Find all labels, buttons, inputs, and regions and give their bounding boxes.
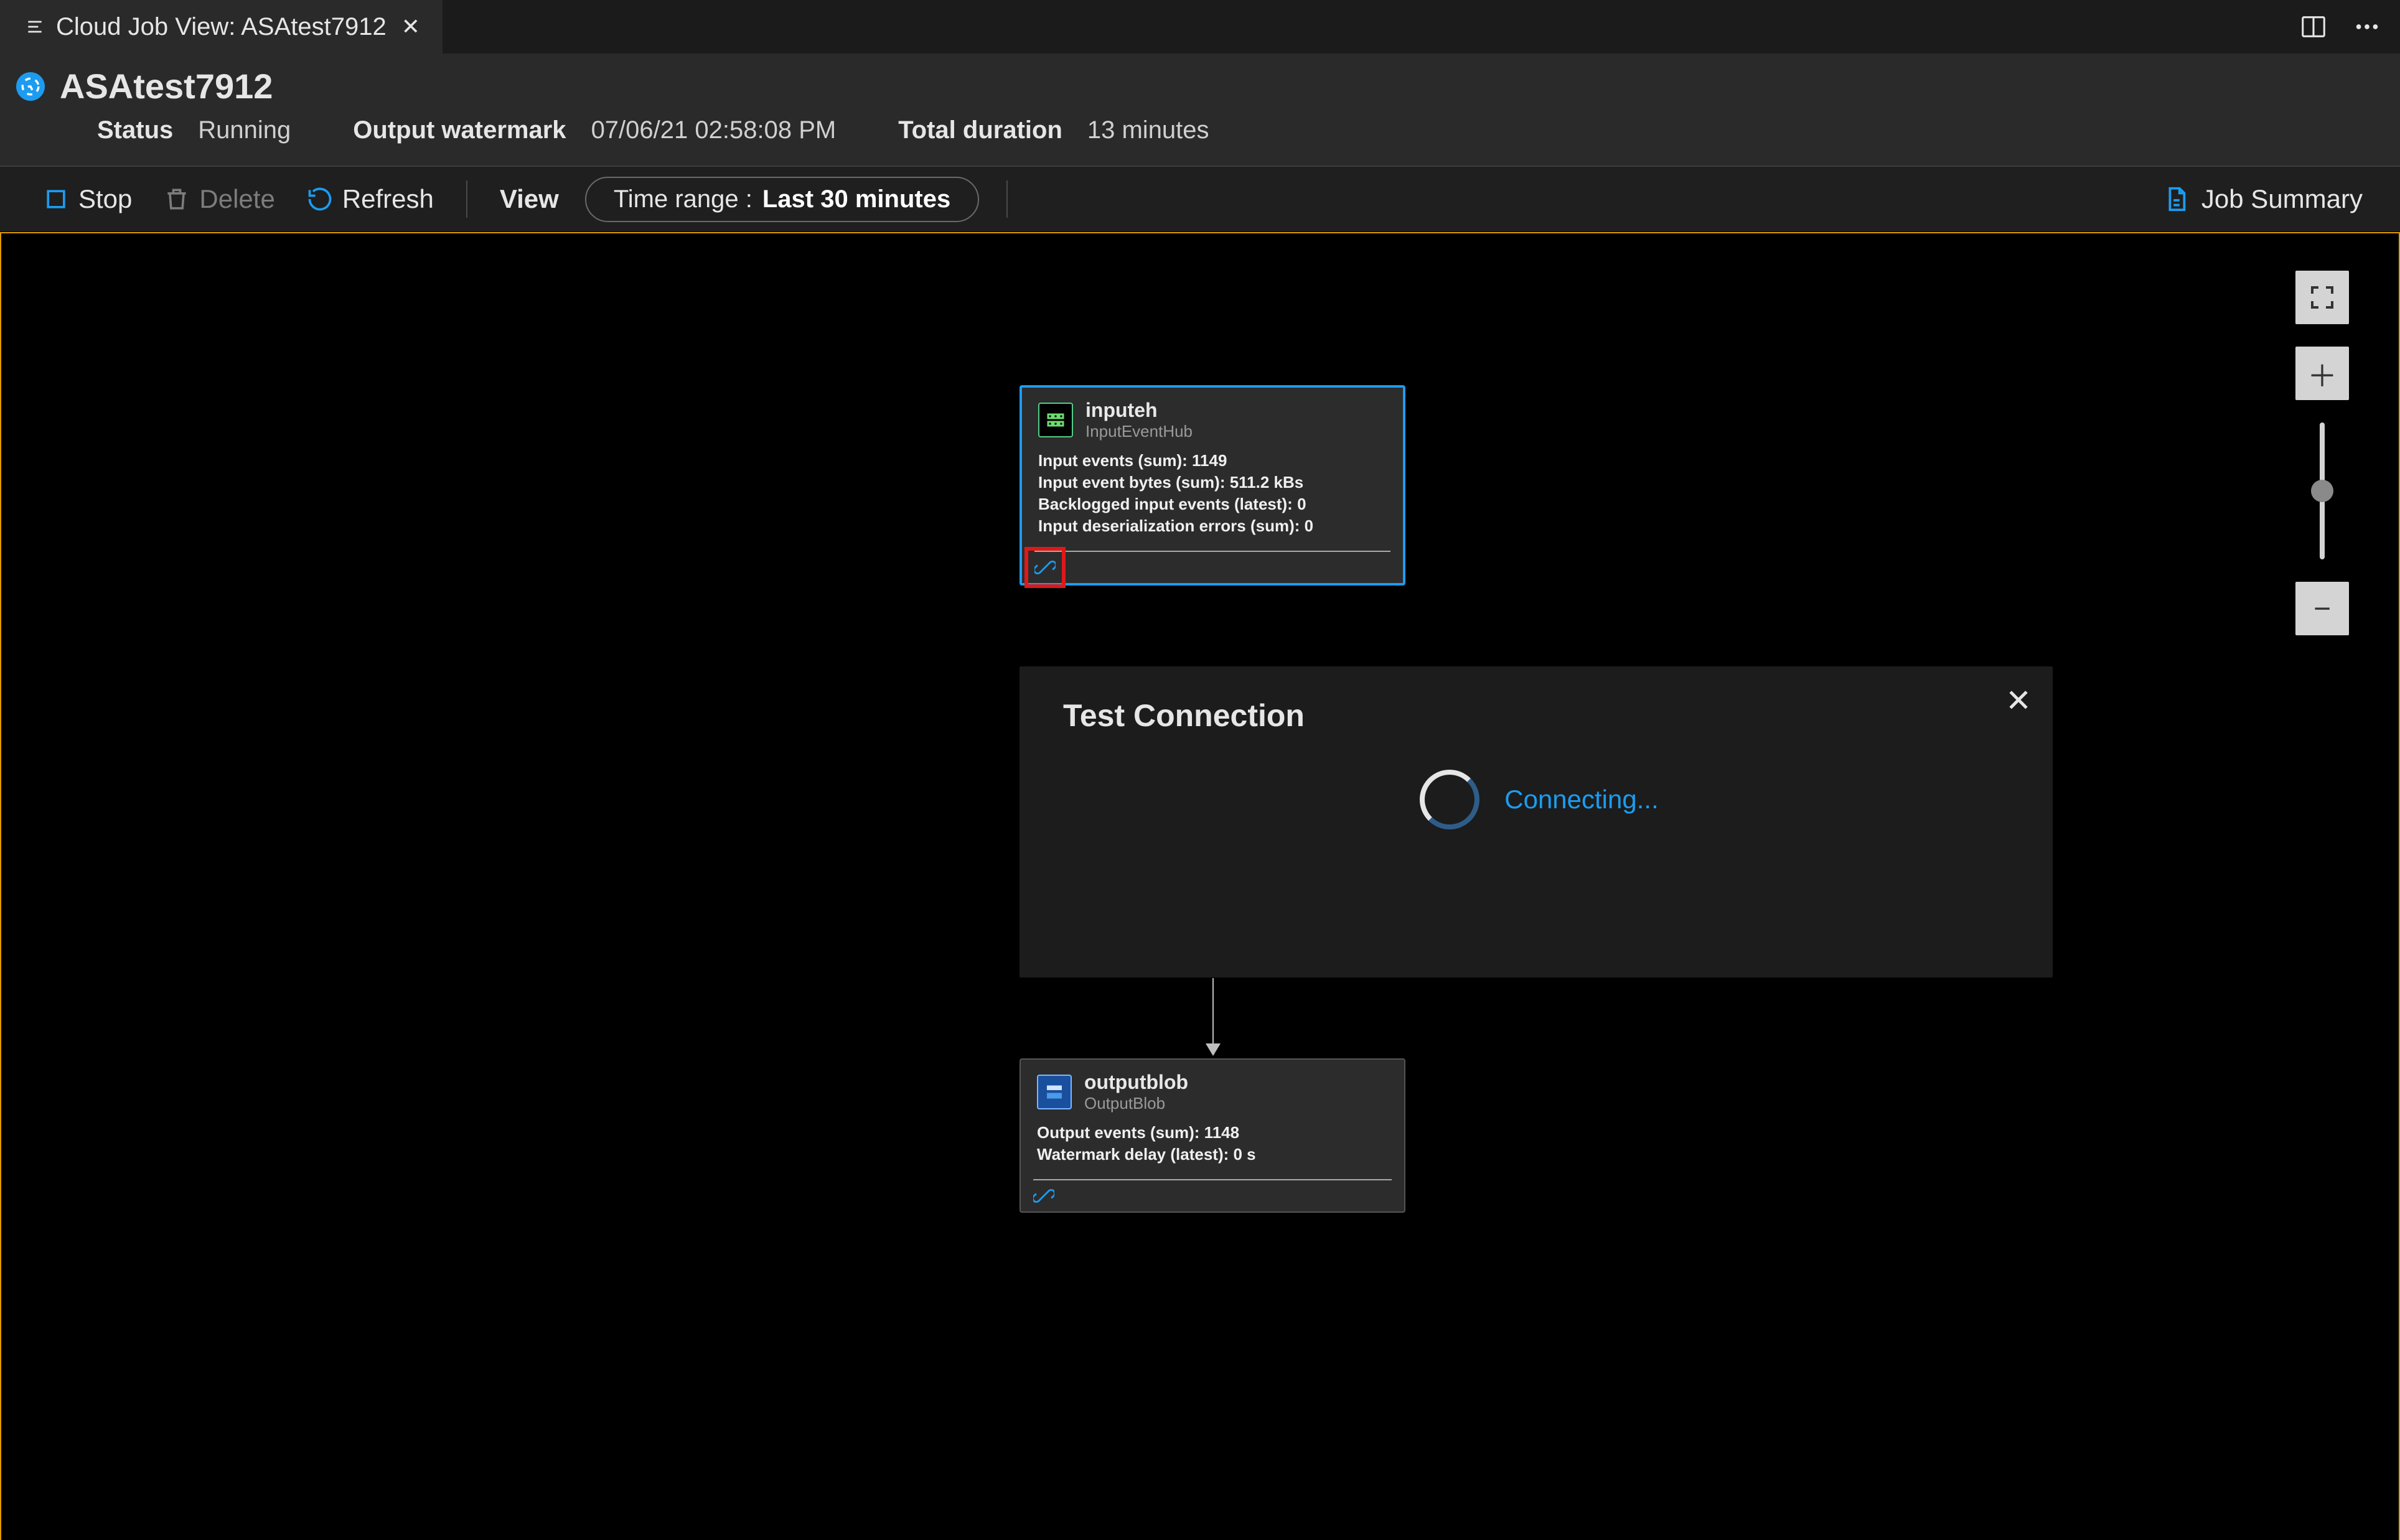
node-output[interactable]: outputblob OutputBlob Output events (sum… xyxy=(1020,1058,1405,1213)
node-output-header: outputblob OutputBlob xyxy=(1021,1060,1404,1117)
node-input-footer xyxy=(1022,552,1403,583)
tab-title: Cloud Job View: ASAtest7912 xyxy=(56,13,387,41)
time-range-pill[interactable]: Time range : Last 30 minutes xyxy=(585,177,979,222)
job-summary-button[interactable]: Job Summary xyxy=(2162,184,2363,214)
test-connection-button[interactable] xyxy=(1031,553,1059,582)
duration-label: Total duration xyxy=(898,116,1062,144)
refresh-label: Refresh xyxy=(342,184,434,214)
dialog-title: Test Connection xyxy=(1063,698,2015,734)
node-input-type: InputEventHub xyxy=(1085,422,1193,441)
metric-line: Watermark delay (latest): 0 s xyxy=(1037,1145,1388,1164)
metric-line: Output events (sum): 1148 xyxy=(1037,1123,1388,1142)
node-input-name: inputeh xyxy=(1085,399,1193,422)
flow-arrow xyxy=(1212,968,1214,1055)
metric-line: Input event bytes (sum): 511.2 kBs xyxy=(1038,473,1387,492)
job-summary-label: Job Summary xyxy=(2201,184,2363,214)
node-output-type: OutputBlob xyxy=(1084,1094,1188,1113)
status-label: Status xyxy=(97,116,173,144)
duration-value: 13 minutes xyxy=(1087,116,1209,144)
toolbar-divider-2 xyxy=(1006,180,1008,218)
list-icon xyxy=(25,17,45,37)
spinner-icon xyxy=(1420,770,1479,829)
tab-bar-left: Cloud Job View: ASAtest7912 ✕ xyxy=(0,0,443,54)
zoom-slider[interactable] xyxy=(2320,422,2325,559)
stream-analytics-icon xyxy=(16,72,45,101)
time-range-label: Time range : xyxy=(614,185,752,213)
watermark-value: 07/06/21 02:58:08 PM xyxy=(591,116,837,144)
status-value: Running xyxy=(198,116,291,144)
document-icon xyxy=(2162,185,2190,213)
watermark-label: Output watermark xyxy=(353,116,566,144)
refresh-icon xyxy=(306,185,334,213)
eventhub-icon xyxy=(1038,403,1073,437)
toolbar-divider xyxy=(466,180,467,218)
split-editor-icon[interactable] xyxy=(2299,12,2328,41)
toolbar: Stop Delete Refresh View Time range : La… xyxy=(0,167,2400,232)
dialog-body: Connecting... xyxy=(1063,763,2015,829)
page-title: ASAtest7912 xyxy=(60,66,273,106)
stop-icon xyxy=(42,185,70,213)
trash-icon xyxy=(163,185,190,213)
node-input-metrics: Input events (sum): 1149 Input event byt… xyxy=(1022,445,1403,547)
zoom-out-button[interactable]: − xyxy=(2295,582,2349,635)
test-connection-button[interactable] xyxy=(1029,1182,1058,1210)
refresh-button[interactable]: Refresh xyxy=(301,180,439,218)
delete-button: Delete xyxy=(158,180,279,218)
node-output-name: outputblob xyxy=(1084,1071,1188,1094)
more-icon[interactable] xyxy=(2353,12,2381,41)
zoom-controls: ＋ − xyxy=(2295,271,2349,635)
dialog-status: Connecting... xyxy=(1504,785,1659,814)
node-input[interactable]: inputeh InputEventHub Input events (sum)… xyxy=(1020,385,1405,586)
node-output-footer xyxy=(1021,1180,1404,1211)
close-icon[interactable]: ✕ xyxy=(2005,683,2032,719)
zoom-slider-thumb[interactable] xyxy=(2311,480,2333,502)
active-tab[interactable]: Cloud Job View: ASAtest7912 ✕ xyxy=(0,0,443,54)
metric-line: Input deserialization errors (sum): 0 xyxy=(1038,516,1387,536)
node-input-header: inputeh InputEventHub xyxy=(1022,388,1403,445)
view-dropdown[interactable]: View xyxy=(495,180,564,218)
header-meta-row: Status Running Output watermark 07/06/21… xyxy=(97,116,2363,144)
time-range-value: Last 30 minutes xyxy=(762,185,950,213)
node-output-metrics: Output events (sum): 1148 Watermark dela… xyxy=(1021,1117,1404,1175)
stop-label: Stop xyxy=(78,184,132,214)
stop-button[interactable]: Stop xyxy=(37,180,137,218)
metric-line: Backlogged input events (latest): 0 xyxy=(1038,495,1387,514)
header-title-row: ASAtest7912 xyxy=(16,66,2363,106)
metric-line: Input events (sum): 1149 xyxy=(1038,451,1387,470)
tab-bar: Cloud Job View: ASAtest7912 ✕ xyxy=(0,0,2400,54)
page-header: ASAtest7912 Status Running Output waterm… xyxy=(0,54,2400,167)
diagram-canvas[interactable]: inputeh InputEventHub Input events (sum)… xyxy=(0,232,2400,1540)
tab-bar-right xyxy=(2299,12,2381,41)
test-connection-dialog: ✕ Test Connection Connecting... xyxy=(1020,666,2053,978)
fit-to-screen-button[interactable] xyxy=(2295,271,2349,324)
view-label: View xyxy=(500,184,559,214)
close-icon[interactable]: ✕ xyxy=(398,11,424,42)
zoom-in-button[interactable]: ＋ xyxy=(2295,347,2349,400)
delete-label: Delete xyxy=(199,184,274,214)
blob-icon xyxy=(1037,1075,1072,1109)
